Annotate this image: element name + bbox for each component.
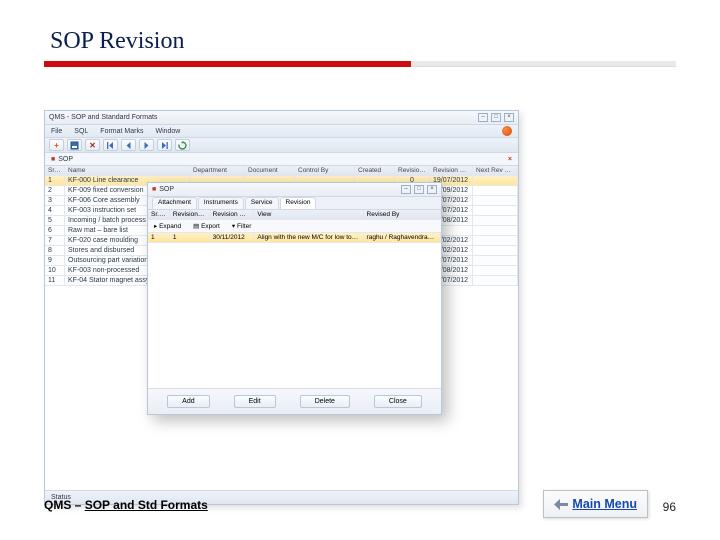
th-crby[interactable]: Created — [355, 166, 395, 175]
menu-window[interactable]: Window — [155, 128, 180, 135]
dialog-button-row: Add Edit Delete Close — [148, 388, 441, 414]
th-revd[interactable]: Revision Date — [430, 166, 473, 175]
dialog-minimize-button[interactable]: – — [401, 185, 411, 194]
close-dialog-button[interactable]: Close — [374, 395, 422, 408]
rth-date[interactable]: Revision Date — [210, 210, 255, 219]
tab-revision[interactable]: Revision — [280, 197, 317, 209]
tab-attachment[interactable]: Attachment — [152, 197, 197, 209]
edit-button[interactable]: Edit — [234, 395, 276, 408]
revision-row[interactable]: 1130/11/2012Align with the new M/C for l… — [148, 233, 441, 243]
dialog-title-text: SOP — [159, 186, 174, 193]
rth-rev[interactable]: Revision No — [170, 210, 210, 219]
arrow-left-icon — [554, 499, 568, 510]
dialog-maximize-button[interactable]: □ — [414, 185, 424, 194]
footer-left: QMS – SOP and Std Formats — [44, 498, 208, 512]
dialog-icon: ■ — [152, 186, 156, 193]
tab-instruments[interactable]: Instruments — [198, 197, 244, 209]
toolbar-prev-icon[interactable] — [121, 139, 136, 151]
title-divider — [44, 61, 676, 67]
toolbar-refresh-icon[interactable] — [175, 139, 190, 151]
tab-service[interactable]: Service — [245, 197, 279, 209]
toolbar-next-icon[interactable] — [139, 139, 154, 151]
th-name[interactable]: Name — [65, 166, 190, 175]
menu-format-marks[interactable]: Format Marks — [100, 128, 143, 135]
toolbar-first-icon[interactable] — [103, 139, 118, 151]
rth-by[interactable]: Revised By — [364, 210, 441, 219]
rth-sr[interactable]: Sr.No. — [148, 210, 170, 219]
toolbar-cancel-icon[interactable]: ✕ — [85, 139, 100, 151]
th-next[interactable]: Next Rev Date — [473, 166, 518, 175]
dialog-tabs: Attachment Instruments Service Revision — [148, 197, 441, 210]
toolbar-add-icon[interactable]: + — [49, 139, 64, 151]
close-button[interactable]: × — [504, 113, 514, 122]
maximize-button[interactable]: □ — [491, 113, 501, 122]
toolbar: + ✕ — [45, 138, 518, 153]
add-button[interactable]: Add — [167, 395, 209, 408]
main-menu-button[interactable]: Main Menu — [543, 490, 648, 518]
revision-dialog: ■ SOP – □ × Attachment Instruments Servi… — [147, 182, 442, 415]
th-ctrl[interactable]: Control By — [295, 166, 355, 175]
sop-table-header: Sr.No. Name Department Document Control … — [45, 166, 518, 176]
toolbar-save-icon[interactable] — [67, 139, 82, 151]
brand-icon — [502, 126, 512, 136]
doc-tab-label: SOP — [58, 156, 73, 163]
page-number: 96 — [663, 500, 676, 514]
toolbar-expand[interactable]: ▸ Expand — [154, 222, 181, 230]
toolbar-export[interactable]: ▤ Export — [193, 222, 220, 230]
th-desc[interactable]: Document — [245, 166, 295, 175]
doc-tab-close-icon[interactable]: × — [508, 156, 512, 163]
main-menu-link[interactable]: Main Menu — [572, 497, 637, 511]
document-tab[interactable]: ■ SOP × — [45, 153, 518, 166]
app-titlebar[interactable]: QMS - SOP and Standard Formats – □ × — [45, 111, 518, 125]
minimize-button[interactable]: – — [478, 113, 488, 122]
th-dept[interactable]: Department — [190, 166, 245, 175]
app-title-text: QMS - SOP and Standard Formats — [49, 114, 157, 121]
dialog-toolbar: ▸ Expand ▤ Export ▾ Filter — [148, 220, 441, 233]
dialog-close-button[interactable]: × — [427, 185, 437, 194]
menubar: File SQL Format Marks Window — [45, 125, 518, 138]
doc-tab-icon: ■ — [51, 156, 55, 163]
delete-button[interactable]: Delete — [300, 395, 350, 408]
revision-table-header: Sr.No. Revision No Revision Date View Re… — [148, 210, 441, 220]
slide-title: SOP Revision — [50, 28, 676, 55]
rth-view[interactable]: View — [254, 210, 363, 219]
th-rev[interactable]: Revision No — [395, 166, 430, 175]
footer-left-link[interactable]: SOP and Std Formats — [85, 498, 208, 512]
dialog-titlebar[interactable]: ■ SOP – □ × — [148, 183, 441, 197]
th-srno[interactable]: Sr.No. — [45, 166, 65, 175]
menu-sql[interactable]: SQL — [74, 128, 88, 135]
toolbar-last-icon[interactable] — [157, 139, 172, 151]
menu-file[interactable]: File — [51, 128, 62, 135]
toolbar-filter[interactable]: ▾ Filter — [232, 222, 252, 230]
